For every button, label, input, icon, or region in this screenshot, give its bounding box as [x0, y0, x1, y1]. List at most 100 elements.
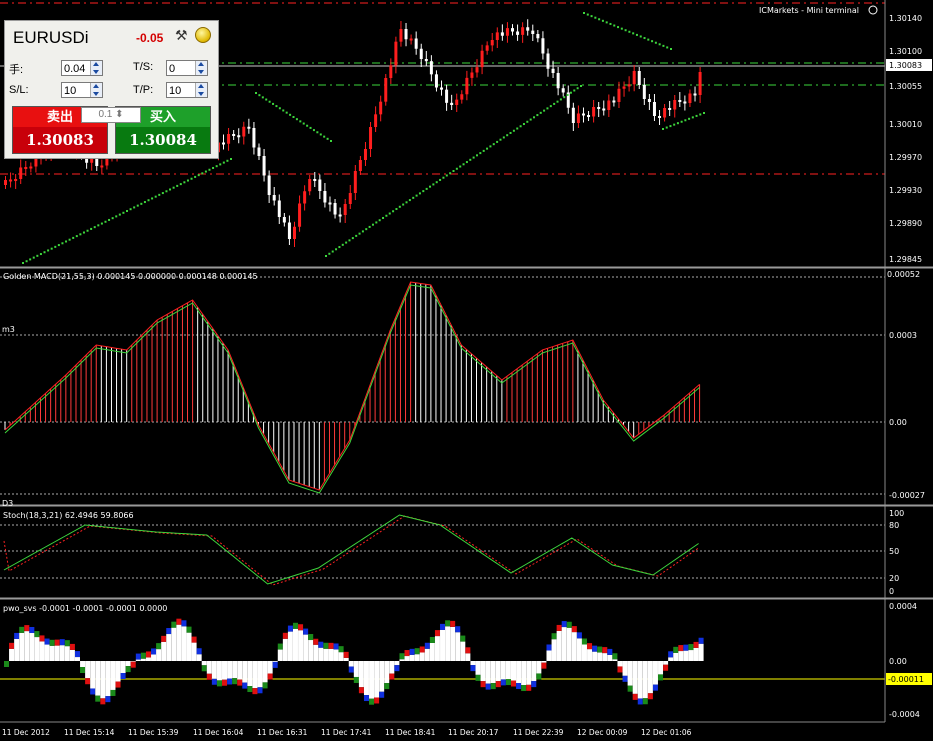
tp-value: 10 — [169, 85, 182, 97]
stoch-pane[interactable] — [0, 514, 885, 586]
trend-dot — [100, 222, 103, 225]
trend-dot — [143, 201, 146, 204]
candle — [298, 203, 302, 227]
trend-dot — [335, 248, 338, 251]
pwo-bar — [455, 632, 461, 661]
candle — [343, 204, 347, 215]
ts-label: T/S: — [133, 61, 154, 73]
candle — [222, 142, 226, 145]
pwo-bar — [581, 644, 587, 661]
pwo-bar — [384, 661, 390, 684]
pwo-bar — [14, 638, 20, 661]
trend-dot — [338, 246, 341, 249]
pwo-bar — [227, 661, 233, 679]
trend-dot — [583, 12, 585, 14]
candle — [267, 175, 271, 195]
trend-dot — [176, 184, 179, 187]
trend-dot — [222, 161, 225, 164]
price-label: 1.30140 — [889, 14, 922, 23]
candle — [617, 88, 621, 102]
pwo-cap — [257, 687, 263, 694]
trend-dot — [161, 192, 164, 195]
trend-dot — [459, 165, 462, 168]
pwo-bar — [561, 627, 567, 661]
candle — [683, 101, 687, 104]
trend-dot — [665, 126, 668, 129]
pwo-cap — [303, 628, 309, 635]
pwo-bar — [374, 661, 380, 698]
candle — [29, 166, 33, 169]
candle — [414, 38, 418, 49]
macd-pane[interactable] — [0, 276, 885, 495]
time-label: 11 Dec 15:39 — [128, 728, 179, 737]
pwo-bar — [19, 632, 25, 661]
pwo-cap — [308, 634, 314, 641]
candle — [592, 107, 596, 117]
pwo-cap — [434, 630, 440, 637]
pwo-cap — [490, 683, 496, 690]
pwo-cap — [369, 698, 375, 705]
pwo-bar — [485, 661, 491, 684]
lots-spinner[interactable] — [90, 61, 102, 75]
pwo-cap — [64, 640, 70, 647]
trend-dot — [375, 221, 378, 224]
pwo-cap — [647, 693, 653, 700]
price-label: 1.30010 — [889, 120, 922, 129]
pwo-cap — [14, 632, 20, 639]
stoch-axis-label: 80 — [889, 521, 899, 530]
pwo-bar — [409, 654, 415, 661]
candle — [495, 32, 499, 40]
lots-input[interactable]: 0.04 — [61, 60, 103, 76]
macd-signal-line — [4, 284, 700, 494]
time-label: 11 Dec 22:39 — [513, 728, 564, 737]
tools-icon[interactable]: ⚒ — [175, 27, 188, 44]
trend-dot — [529, 118, 532, 121]
trend-dot — [573, 89, 576, 92]
trend-dot — [489, 145, 492, 148]
trend-dot — [628, 30, 631, 33]
pwo-bar — [531, 661, 537, 682]
pwo-bar — [698, 643, 704, 661]
pwo-cap — [145, 651, 151, 658]
sl-spinner[interactable] — [90, 83, 102, 97]
pwo-cap — [120, 673, 126, 680]
tp-input[interactable]: 10 — [166, 82, 208, 98]
candle — [429, 61, 433, 75]
price-label: 1.30100 — [889, 47, 922, 56]
pwo-bar — [267, 661, 273, 674]
trend-dot — [516, 127, 519, 130]
trend-dot — [543, 109, 546, 112]
trend-dot — [57, 244, 60, 247]
pwo-cap — [333, 643, 339, 650]
trend-dot — [632, 32, 635, 35]
ts-input[interactable]: 0 — [166, 60, 208, 76]
pwo-cap — [232, 678, 238, 685]
pwo-cap — [658, 674, 664, 681]
trend-dot — [502, 136, 505, 139]
trend-dot — [658, 43, 661, 46]
trend-dot — [647, 38, 650, 41]
one-click-trade-panel[interactable]: EURUSDi -0.05 ⚒ 手: 0.04 T/S: 0 S/L: 10 T… — [4, 20, 219, 159]
tp-spinner[interactable] — [195, 83, 207, 97]
trend-dot — [22, 262, 24, 264]
trend-dot — [512, 129, 515, 132]
pwo-bar — [105, 661, 111, 697]
pwo-bar — [353, 661, 359, 677]
sl-input[interactable]: 10 — [61, 82, 103, 98]
trend-dot — [509, 131, 512, 134]
pwo-cap — [39, 635, 45, 642]
pwo-cap — [693, 641, 699, 648]
pwo-cap — [19, 626, 25, 633]
ts-spinner[interactable] — [195, 61, 207, 75]
candle — [526, 27, 530, 31]
lot-step-field[interactable]: 0.1 ⬍ — [81, 107, 141, 123]
macd-axis-label: 0.00052 — [887, 270, 920, 279]
candle — [500, 32, 504, 36]
pwo-pane[interactable] — [0, 618, 885, 705]
candle — [576, 113, 580, 123]
pwo-cap — [90, 688, 96, 695]
coin-icon[interactable] — [195, 27, 211, 43]
pwo-cap — [110, 689, 116, 696]
trend-dot — [186, 179, 189, 182]
price-label: 1.30055 — [889, 82, 922, 91]
